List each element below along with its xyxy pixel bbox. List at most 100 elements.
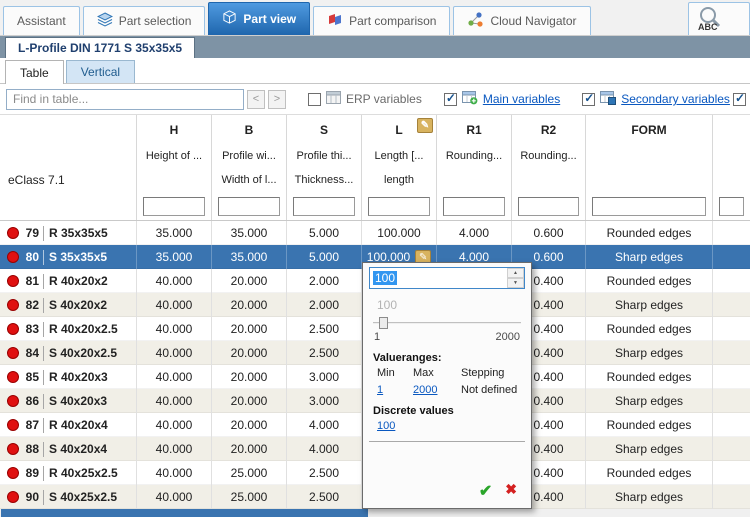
tab-table[interactable]: Table [5, 60, 64, 84]
cancel-cross-icon[interactable]: ✖ [505, 481, 517, 501]
cell-FORM[interactable]: Sharp edges [586, 485, 713, 509]
cell-H[interactable]: 40.000 [137, 485, 212, 509]
row-label-cell[interactable]: 80 S 35x35x5 [0, 245, 137, 269]
cell-FORM[interactable]: Rounded edges [586, 365, 713, 389]
secondary-variables-checkbox[interactable] [582, 93, 595, 106]
cell-FORM[interactable]: Sharp edges [586, 293, 713, 317]
min-value-link[interactable]: 1 [377, 384, 413, 396]
cell-S[interactable]: 2.500 [287, 341, 362, 365]
filter-input-extra[interactable] [719, 197, 744, 216]
cell-S[interactable]: 2.500 [287, 485, 362, 509]
col-header-L[interactable]: L ✎ [362, 115, 437, 145]
cell-H[interactable]: 40.000 [137, 461, 212, 485]
cell-S[interactable]: 2.500 [287, 317, 362, 341]
row-label-cell[interactable]: 83 R 40x20x2.5 [0, 317, 137, 341]
filter-input-FORM[interactable] [592, 197, 706, 216]
cell-S[interactable]: 3.000 [287, 365, 362, 389]
cell-FORM[interactable]: Sharp edges [586, 245, 713, 269]
col-header-S[interactable]: S [287, 115, 362, 145]
filter-input-R2[interactable] [518, 197, 579, 216]
horizontal-scrollbar-thumb[interactable] [1, 509, 368, 517]
cell-B[interactable]: 20.000 [212, 389, 287, 413]
cell-H[interactable]: 40.000 [137, 413, 212, 437]
cell-S[interactable]: 2.000 [287, 269, 362, 293]
cell-S[interactable]: 2.500 [287, 461, 362, 485]
cell-B[interactable]: 25.000 [212, 485, 287, 509]
cell-B[interactable]: 35.000 [212, 221, 287, 245]
slider-thumb[interactable] [379, 317, 388, 329]
filter-input-H[interactable] [143, 197, 205, 216]
cell-B[interactable]: 20.000 [212, 437, 287, 461]
col-header-B[interactable]: B [212, 115, 287, 145]
spin-down-button[interactable]: ▼ [507, 278, 524, 288]
cell-B[interactable]: 20.000 [212, 341, 287, 365]
filter-input-B[interactable] [218, 197, 280, 216]
cell-H[interactable]: 40.000 [137, 269, 212, 293]
cell-R2[interactable]: 0.600 [512, 221, 586, 245]
spin-up-button[interactable]: ▲ [507, 268, 524, 278]
row-label-cell[interactable]: 81 R 40x20x2 [0, 269, 137, 293]
cell-FORM[interactable]: Sharp edges [586, 437, 713, 461]
row-label-cell[interactable]: 89 R 40x25x2.5 [0, 461, 137, 485]
cell-H[interactable]: 35.000 [137, 221, 212, 245]
clipped-variables-checkbox[interactable] [733, 93, 746, 106]
cell-FORM[interactable]: Sharp edges [586, 341, 713, 365]
cell-H[interactable]: 40.000 [137, 365, 212, 389]
filter-input-L[interactable] [368, 197, 430, 216]
col-header-H[interactable]: H [137, 115, 212, 145]
column-edit-pencil-icon[interactable]: ✎ [417, 118, 433, 133]
max-value-link[interactable]: 2000 [413, 384, 461, 396]
cell-H[interactable]: 40.000 [137, 317, 212, 341]
row-label-cell[interactable]: 79 R 35x35x5 [0, 221, 137, 245]
cell-FORM[interactable]: Rounded edges [586, 221, 713, 245]
row-label-cell[interactable]: 85 R 40x20x3 [0, 365, 137, 389]
cell-S[interactable]: 5.000 [287, 245, 362, 269]
tab-part-comparison[interactable]: Part comparison [313, 6, 450, 35]
cell-B[interactable]: 20.000 [212, 269, 287, 293]
table-row[interactable]: 79 R 35x35x5 35.000 35.000 5.000 100.000… [0, 221, 750, 245]
document-tab[interactable]: L-Profile DIN 1771 S 35x35x5 [5, 37, 195, 58]
row-label-cell[interactable]: 82 S 40x20x2 [0, 293, 137, 317]
discrete-value-link[interactable]: 100 [377, 420, 395, 432]
row-label-cell[interactable]: 87 R 40x20x4 [0, 413, 137, 437]
cell-B[interactable]: 20.000 [212, 413, 287, 437]
cell-FORM[interactable]: Rounded edges [586, 269, 713, 293]
find-next-button[interactable]: > [268, 90, 286, 109]
col-header-R1[interactable]: R1 [437, 115, 512, 145]
length-slider[interactable] [373, 316, 521, 330]
cell-S[interactable]: 2.000 [287, 293, 362, 317]
tab-cloud-navigator[interactable]: Cloud Navigator [453, 6, 590, 35]
col-header-R2[interactable]: R2 [512, 115, 586, 145]
cell-B[interactable]: 25.000 [212, 461, 287, 485]
cell-H[interactable]: 40.000 [137, 389, 212, 413]
horizontal-scrollbar[interactable] [0, 509, 750, 517]
row-label-cell[interactable]: 86 S 40x20x3 [0, 389, 137, 413]
filter-input-S[interactable] [293, 197, 355, 216]
main-variables-link[interactable]: Main variables [483, 92, 560, 106]
cell-FORM[interactable]: Rounded edges [586, 413, 713, 437]
cell-L[interactable]: 100.000 [362, 221, 437, 245]
row-label-cell[interactable]: 84 S 40x20x2.5 [0, 341, 137, 365]
cell-B[interactable]: 20.000 [212, 365, 287, 389]
cell-H[interactable]: 40.000 [137, 293, 212, 317]
cell-S[interactable]: 4.000 [287, 413, 362, 437]
cell-H[interactable]: 40.000 [137, 341, 212, 365]
text-search-tab[interactable]: ABC [688, 2, 750, 35]
filter-input-R1[interactable] [443, 197, 505, 216]
secondary-variables-link[interactable]: Secondary variables [621, 92, 730, 106]
cell-B[interactable]: 35.000 [212, 245, 287, 269]
tab-part-selection[interactable]: Part selection [83, 6, 206, 35]
tab-assistant[interactable]: Assistant [3, 6, 80, 35]
find-in-table-input[interactable] [6, 89, 244, 110]
tab-vertical[interactable]: Vertical [66, 60, 135, 83]
cell-R1[interactable]: 4.000 [437, 221, 512, 245]
cell-FORM[interactable]: Sharp edges [586, 389, 713, 413]
row-label-cell[interactable]: 90 S 40x25x2.5 [0, 485, 137, 509]
cell-FORM[interactable]: Rounded edges [586, 317, 713, 341]
erp-variables-checkbox[interactable] [308, 93, 321, 106]
find-prev-button[interactable]: < [247, 90, 265, 109]
row-label-cell[interactable]: 88 S 40x20x4 [0, 437, 137, 461]
cell-S[interactable]: 5.000 [287, 221, 362, 245]
cell-B[interactable]: 20.000 [212, 317, 287, 341]
cell-H[interactable]: 40.000 [137, 437, 212, 461]
